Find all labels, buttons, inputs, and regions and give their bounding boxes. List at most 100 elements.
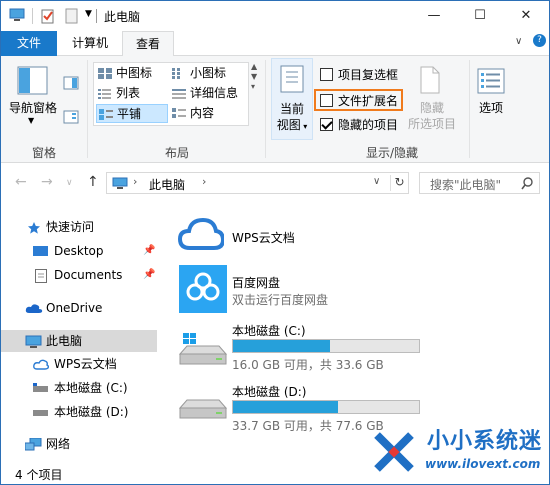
navigation-pane: 快速访问 Desktop 📌 Documents 📌 OneDrive 此电脑 … <box>1 213 161 463</box>
ribbon-tabs: 文件 计算机 查看 ∨ ? <box>1 31 549 57</box>
layout-details[interactable]: 详细信息 <box>170 84 238 103</box>
maximize-button[interactable]: ☐ <box>457 1 503 31</box>
computer-icon <box>112 177 128 189</box>
hidden-items-checkbox[interactable] <box>320 118 333 131</box>
layout-small-icons[interactable]: 小图标 <box>170 64 226 83</box>
breadcrumb-chevron-icon[interactable]: › <box>202 175 206 188</box>
back-arrow-icon[interactable]: ← <box>15 174 27 190</box>
preview-pane-icon[interactable] <box>63 76 79 90</box>
list-item-wps-cloud[interactable]: WPS云文档 <box>171 211 421 259</box>
navigation-bar: ← → ∨ ↑ › 此电脑 › ∨ ↻ 搜索"此电脑" <box>1 164 549 202</box>
up-arrow-icon[interactable]: ↑ <box>87 174 99 190</box>
recent-locations-icon[interactable]: ∨ <box>66 178 73 188</box>
current-view-label: 当前 视图 ▾ <box>276 102 308 132</box>
tab-computer[interactable]: 计算机 <box>59 31 121 56</box>
breadcrumb-chevron-icon[interactable]: › <box>133 175 137 188</box>
hide-selected-button[interactable]: 隐藏 所选项目 <box>401 100 463 132</box>
drive-name: 本地磁盘 (D:) <box>232 385 307 399</box>
list-item-drive-c[interactable]: 本地磁盘 (C:) 16.0 GB 可用，共 33.6 GB <box>171 318 431 372</box>
details-icon <box>172 89 186 99</box>
properties-icon[interactable] <box>41 8 55 24</box>
layout-content[interactable]: 内容 <box>170 104 214 123</box>
hide-selected-icon <box>420 66 440 94</box>
layout-gallery: 中图标 小图标 列表 详细信息 平铺 内容 <box>93 62 249 126</box>
drive-usage-fill <box>233 401 338 413</box>
sidebar-item-desktop[interactable]: Desktop 📌 <box>1 240 161 262</box>
computer-icon[interactable] <box>9 8 25 22</box>
search-input[interactable]: 搜索"此电脑" <box>430 176 501 193</box>
layout-list[interactable]: 列表 <box>96 84 140 103</box>
navigation-pane-button[interactable]: 导航窗格 <box>7 100 59 116</box>
sidebar-item-label: Documents <box>54 268 123 282</box>
close-button[interactable]: ✕ <box>503 1 549 31</box>
wps-cloud-icon <box>178 218 224 250</box>
highlight-box <box>314 89 403 111</box>
pane-group-label: 窗格 <box>31 146 56 160</box>
star-icon <box>28 222 40 234</box>
hidden-items-toggle[interactable]: 隐藏的项目 <box>318 116 398 134</box>
sidebar-item-quick-access[interactable]: 快速访问 <box>1 216 161 238</box>
drive-icon <box>179 333 227 365</box>
collapse-ribbon-icon[interactable]: ∨ <box>515 36 522 47</box>
sidebar-item-onedrive[interactable]: OneDrive <box>1 297 161 319</box>
forward-arrow-icon[interactable]: → <box>41 174 53 190</box>
pin-icon[interactable]: 📌 <box>143 240 155 262</box>
current-view-button[interactable]: 当前 视图 ▾ <box>271 58 313 140</box>
nav-pane-dropdown-icon[interactable]: ▼ <box>28 116 34 125</box>
sidebar-item-documents[interactable]: Documents 📌 <box>1 264 161 286</box>
tab-file[interactable]: 文件 <box>1 31 57 56</box>
drive-icon <box>33 410 48 416</box>
sidebar-item-label: 网络 <box>46 437 71 451</box>
drive-usage-fill <box>233 340 330 352</box>
small-icons-icon <box>172 68 180 79</box>
show-hide-group-label: 显示/隐藏 <box>365 146 419 160</box>
minimize-button[interactable]: — <box>411 1 457 31</box>
checkbox-label: 隐藏的项目 <box>338 118 399 132</box>
options-button[interactable]: 选项 <box>471 100 511 116</box>
help-icon[interactable]: ? <box>533 34 546 47</box>
breadcrumb-this-pc[interactable]: 此电脑 <box>149 176 185 193</box>
layout-tiles[interactable]: 平铺 <box>96 104 168 123</box>
sidebar-item-network[interactable]: 网络 <box>1 433 161 455</box>
sidebar-item-label: OneDrive <box>46 301 103 315</box>
cloud-icon <box>25 304 43 313</box>
ribbon-view: 导航窗格 ▼ 窗格 中图标 小图标 列表 详细信息 平铺 内容 ▲ ▼ ▾ 布局… <box>1 56 549 163</box>
medium-icons-icon <box>98 68 112 79</box>
baidu-netdisk-icon <box>179 265 227 313</box>
layout-medium-icons[interactable]: 中图标 <box>96 64 152 83</box>
sidebar-item-this-pc[interactable]: 此电脑 <box>1 330 157 352</box>
item-subtitle: 双击运行百度网盘 <box>232 293 329 307</box>
checkbox-label: 项目复选框 <box>338 68 399 82</box>
tab-view[interactable]: 查看 <box>122 31 174 57</box>
item-checkboxes-checkbox[interactable] <box>320 68 333 81</box>
drive-icon <box>33 383 48 392</box>
sidebar-item-wps-cloud[interactable]: WPS云文档 <box>1 353 161 375</box>
item-name: 百度网盘 <box>232 276 281 290</box>
drive-icon <box>179 399 227 419</box>
qat-divider <box>32 8 33 24</box>
group-divider <box>265 60 266 158</box>
navigation-pane-icon[interactable] <box>17 66 49 96</box>
item-count: 4 个项目 <box>15 468 63 482</box>
pin-icon[interactable]: 📌 <box>143 264 155 286</box>
refresh-icon[interactable]: ↻ <box>390 175 408 191</box>
search-box[interactable]: 搜索"此电脑" <box>419 172 540 194</box>
address-dropdown-icon[interactable]: ∨ <box>373 176 380 187</box>
sidebar-item-drive-d[interactable]: 本地磁盘 (D:) <box>1 401 161 423</box>
details-pane-icon[interactable] <box>63 110 79 124</box>
hide-selected-line1: 隐藏 <box>419 101 444 115</box>
item-name: WPS云文档 <box>232 231 295 245</box>
list-item-baidu-netdisk[interactable]: 百度网盘 双击运行百度网盘 <box>171 263 421 315</box>
layout-group-label: 布局 <box>164 146 189 160</box>
sidebar-item-label: WPS云文档 <box>54 357 117 371</box>
cloud-outline-icon <box>33 359 49 370</box>
sidebar-item-drive-c[interactable]: 本地磁盘 (C:) <box>1 377 161 399</box>
search-icon[interactable] <box>521 177 534 190</box>
explorer-window: ▼ 此电脑 — ☐ ✕ 文件 计算机 查看 ∨ ? 导航窗格 ▼ 窗格 中图标 … <box>0 0 550 485</box>
qat-dropdown-icon[interactable]: ▼ <box>85 9 92 19</box>
window-title: 此电脑 <box>104 10 141 24</box>
address-bar[interactable]: › 此电脑 › ∨ ↻ <box>106 172 409 194</box>
layout-scroll[interactable]: ▲ ▼ ▾ <box>251 62 257 92</box>
item-checkboxes-toggle[interactable]: 项目复选框 <box>318 66 398 84</box>
new-folder-icon[interactable] <box>65 8 78 24</box>
